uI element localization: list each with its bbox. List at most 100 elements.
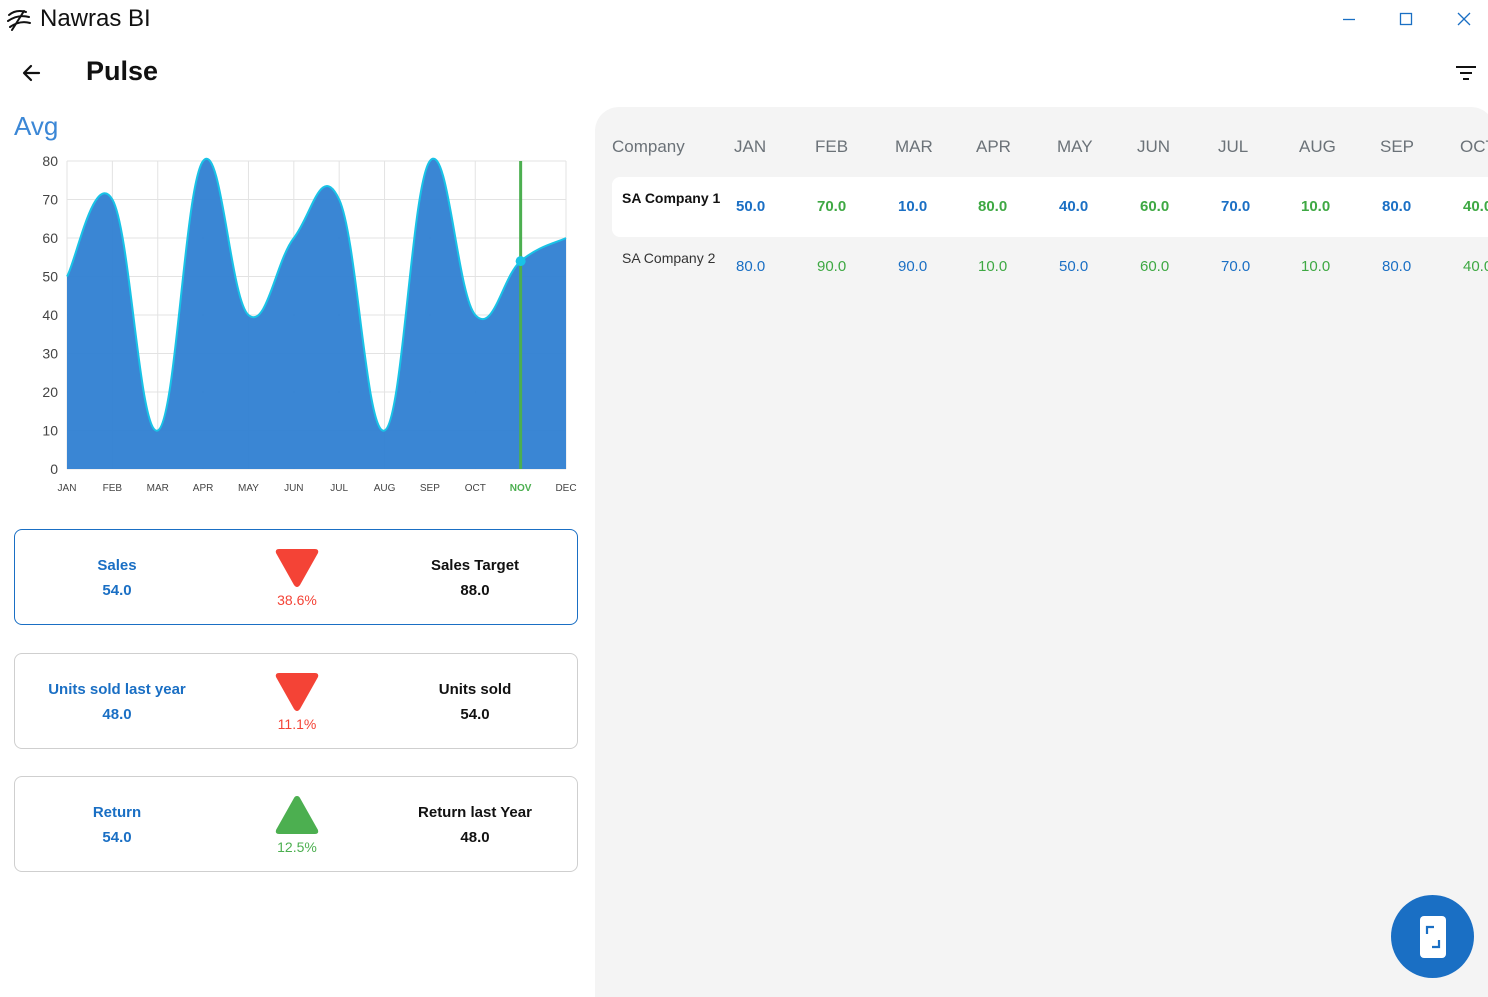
kpi-right: Sales Target 88.0: [375, 530, 575, 624]
table-cell: 40.0: [1463, 198, 1488, 215]
y-tick-label: 40: [42, 307, 58, 323]
x-tick-label: MAY: [238, 483, 259, 494]
filter-button[interactable]: [1452, 60, 1482, 86]
table-cell: 80.0: [736, 258, 766, 275]
table-cell: 90.0: [898, 258, 928, 275]
kpi-trend: 38.6%: [247, 546, 347, 616]
y-tick-label: 70: [42, 192, 58, 208]
table-cell: 70.0: [1221, 198, 1251, 215]
x-tick-label: JUN: [284, 483, 303, 494]
x-tick-label: OCT: [465, 483, 486, 494]
kpi-card-units[interactable]: Units sold last year 48.0 11.1% Units so…: [14, 653, 578, 749]
kpi-right-value: 48.0: [460, 829, 490, 846]
table-cell: 10.0: [1301, 258, 1331, 275]
highlight-point: [515, 256, 526, 267]
x-tick-label: AUG: [374, 483, 396, 494]
minimize-icon: [1343, 18, 1355, 21]
column-header-company[interactable]: Company: [612, 137, 685, 157]
triangle-down-shape: [275, 549, 319, 587]
y-tick-label: 80: [42, 153, 58, 169]
company-table-panel[interactable]: Company JAN FEB MAR APR MAY JUN JUL AUG …: [595, 107, 1488, 997]
kpi-left: Sales 54.0: [15, 530, 219, 624]
title-bar: Nawras BI: [0, 0, 1488, 38]
table-cell: 50.0: [1059, 258, 1089, 275]
table-cell: 40.0: [1059, 198, 1089, 215]
column-header-month[interactable]: JAN: [734, 137, 766, 157]
app-title: Nawras BI: [40, 5, 151, 32]
kpi-right-label: Units sold: [438, 681, 512, 698]
column-header-month[interactable]: JUL: [1218, 137, 1248, 157]
maximize-button[interactable]: [1389, 6, 1423, 32]
filter-icon: [1456, 66, 1476, 80]
x-tick-label: FEB: [103, 483, 123, 494]
table-cell: 80.0: [1382, 198, 1412, 215]
y-tick-label: 30: [42, 346, 58, 362]
table-cell: 70.0: [817, 198, 847, 215]
kpi-left-label: Sales: [97, 557, 137, 574]
kpi-card-return[interactable]: Return 54.0 12.5% Return last Year 48.0: [14, 776, 578, 872]
kpi-right: Units sold 54.0: [375, 654, 575, 748]
kpi-right-value: 88.0: [460, 582, 490, 599]
column-header-month[interactable]: MAR: [895, 137, 933, 157]
table-cell: 80.0: [978, 198, 1008, 215]
company-name: SA Company 2: [622, 250, 716, 266]
kpi-left-value: 54.0: [102, 829, 132, 846]
table-cell: 80.0: [1382, 258, 1412, 275]
table-cell: 40.0: [1463, 258, 1488, 275]
column-header-month[interactable]: AUG: [1299, 137, 1336, 157]
close-icon: [1457, 12, 1471, 26]
x-tick-label: JAN: [58, 483, 77, 494]
kpi-card-sales[interactable]: Sales 54.0 38.6% Sales Target 88.0: [14, 529, 578, 625]
kpi-right-label: Sales Target: [430, 557, 520, 574]
y-tick-label: 0: [50, 461, 58, 477]
table-cell: 50.0: [736, 198, 766, 215]
close-button[interactable]: [1447, 6, 1481, 32]
kpi-percent: 38.6%: [277, 592, 317, 608]
table-header: Company JAN FEB MAR APR MAY JUN JUL AUG …: [595, 137, 1488, 161]
kpi-left-label: Units sold last year: [48, 681, 186, 698]
kpi-left-value: 54.0: [102, 582, 132, 599]
x-tick-label: JUL: [330, 483, 348, 494]
y-tick-label: 60: [42, 230, 58, 246]
column-header-month[interactable]: SEP: [1380, 137, 1414, 157]
kpi-right: Return last Year 48.0: [375, 777, 575, 871]
column-header-month[interactable]: OCT: [1460, 137, 1488, 157]
x-tick-label: SEP: [420, 483, 440, 494]
table-row[interactable]: SA Company 1 50.0 70.0 10.0 80.0 40.0 60…: [612, 177, 1488, 237]
table-row[interactable]: SA Company 2 80.0 90.0 90.0 10.0 50.0 60…: [612, 237, 1488, 297]
triangle-down-shape: [275, 673, 319, 711]
layout-toggle-fab[interactable]: [1391, 895, 1474, 978]
nawras-logo-icon: [7, 10, 31, 31]
kpi-percent: 11.1%: [277, 716, 317, 732]
chart-title: Avg: [14, 111, 59, 141]
y-tick-label: 20: [42, 384, 58, 400]
column-header-month[interactable]: MAY: [1057, 137, 1093, 157]
kpi-right-label: Return last Year: [418, 804, 532, 821]
phone-layout-icon: [1419, 915, 1446, 958]
table-cell: 70.0: [1221, 258, 1251, 275]
triangle-up-shape: [275, 796, 319, 834]
kpi-left-label: Return: [92, 804, 142, 821]
y-tick-label: 50: [42, 269, 58, 285]
x-tick-label: APR: [193, 483, 214, 494]
back-button[interactable]: [18, 60, 46, 86]
table-cell: 10.0: [978, 258, 1008, 275]
kpi-left: Units sold last year 48.0: [15, 654, 219, 748]
kpi-percent: 12.5%: [277, 839, 317, 855]
table-cell: 10.0: [898, 198, 928, 215]
kpi-trend: 12.5%: [247, 793, 347, 863]
table-cell: 10.0: [1301, 198, 1331, 215]
minimize-button[interactable]: [1332, 6, 1366, 32]
column-header-month[interactable]: FEB: [815, 137, 848, 157]
avg-area-chart[interactable]: 0 10 20 30 40 50 60 70 80 JAN FEB MAR APR MAY JUN JUL AU…: [0, 140, 590, 510]
kpi-left-value: 48.0: [102, 706, 132, 723]
table-cell: 60.0: [1140, 258, 1170, 275]
company-name: SA Company 1: [622, 190, 721, 206]
column-header-month[interactable]: JUN: [1137, 137, 1170, 157]
kpi-right-value: 54.0: [460, 706, 490, 723]
page-title: Pulse: [86, 56, 159, 86]
triangle-down-icon: [275, 549, 319, 587]
x-tick-label: DEC: [555, 483, 576, 494]
kpi-trend: 11.1%: [247, 670, 347, 740]
column-header-month[interactable]: APR: [976, 137, 1011, 157]
